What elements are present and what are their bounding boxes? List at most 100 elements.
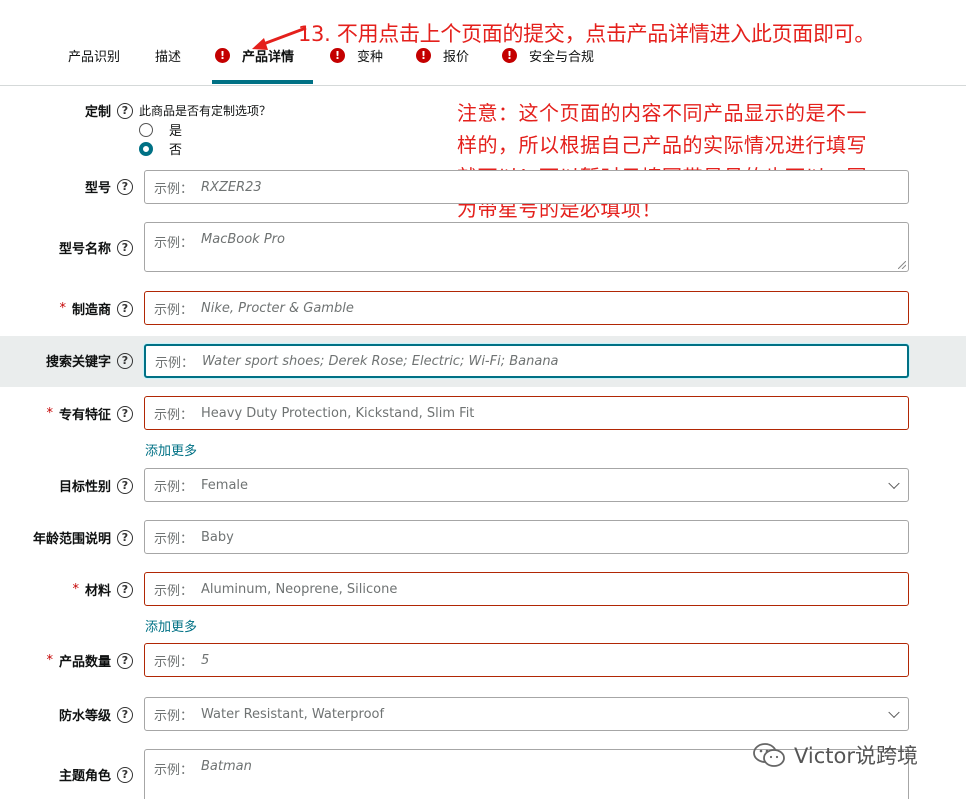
special-feature-label: * 专有特征 ? — [46, 404, 133, 423]
placeholder-prefix: 示例： — [154, 479, 194, 495]
help-icon[interactable]: ? — [117, 706, 133, 723]
placeholder-prefix: 示例： — [154, 763, 194, 778]
manufacturer-input[interactable]: 示例： Nike, Procter & Gamble — [144, 291, 909, 325]
placeholder-text: Heavy Duty Protection, Kickstand, Slim F… — [201, 405, 475, 421]
placeholder-text: Batman — [201, 759, 252, 774]
water-resistance-select[interactable]: 示例： Water Resistant, Waterproof — [144, 697, 909, 731]
tab-label: 变种 — [357, 49, 384, 65]
add-more-special-feature-link[interactable]: 添加更多 — [145, 440, 197, 459]
label-text: 型号 — [84, 181, 111, 196]
placeholder-prefix: 示例： — [154, 708, 194, 724]
placeholder-text: RXZER23 — [201, 179, 262, 195]
help-icon[interactable]: ? — [117, 300, 133, 317]
target-gender-label: 目标性别 ? — [59, 476, 133, 495]
placeholder-text: MacBook Pro — [201, 232, 285, 247]
tab-label: 安全与合规 — [529, 49, 595, 65]
help-icon[interactable]: ? — [117, 581, 133, 598]
radio-checked-icon — [139, 141, 153, 156]
quantity-label: * 产品数量 ? — [46, 651, 133, 670]
model-name-textarea[interactable]: 示例： MacBook Pro — [144, 222, 909, 272]
placeholder-prefix: 示例： — [155, 355, 195, 371]
radio-label: 否 — [169, 143, 183, 158]
placeholder-prefix: 示例： — [154, 654, 194, 670]
help-icon[interactable]: ? — [117, 477, 133, 494]
tab-label: 报价 — [443, 49, 470, 65]
manufacturer-label: * 制造商 ? — [59, 299, 133, 318]
age-range-label: 年龄范围说明 ? — [33, 528, 133, 547]
active-tab-indicator — [212, 80, 313, 84]
material-label: * 材料 ? — [72, 580, 133, 599]
help-icon[interactable]: ? — [117, 529, 133, 546]
customization-question: 此商品是否有定制选项？ — [139, 104, 272, 118]
placeholder-text: 5 — [201, 652, 210, 668]
special-feature-input[interactable]: 示例： Heavy Duty Protection, Kickstand, Sl… — [144, 396, 909, 430]
chevron-down-icon — [888, 706, 900, 719]
watermark: Victor说跨境 — [752, 740, 918, 770]
required-mark: * — [46, 406, 53, 421]
required-mark: * — [59, 301, 66, 316]
search-terms-label: 搜索关键字 ? — [46, 351, 133, 370]
help-icon[interactable]: ? — [117, 405, 133, 422]
search-terms-input[interactable]: 示例： Water sport shoes; Derek Rose; Elect… — [144, 344, 909, 378]
material-input[interactable]: 示例： Aluminum, Neoprene, Silicone — [144, 572, 909, 606]
placeholder-prefix: 示例： — [154, 531, 194, 547]
error-icon: ! — [502, 47, 517, 63]
placeholder-prefix: 示例： — [154, 302, 194, 318]
radio-no[interactable]: 否 — [139, 139, 182, 158]
resize-handle-icon[interactable] — [898, 261, 906, 269]
subject-character-label: 主题角色 ? — [59, 765, 133, 784]
placeholder-text: Baby — [201, 529, 234, 545]
error-icon: ! — [416, 47, 431, 63]
radio-yes[interactable]: 是 — [139, 120, 182, 139]
placeholder-text: Water Resistant, Waterproof — [201, 706, 385, 722]
tab-label: 产品识别 — [68, 49, 121, 65]
help-icon[interactable]: ? — [117, 766, 133, 783]
label-text: 制造商 — [71, 303, 111, 318]
annotation-note: 注意：这个页面的内容不同产品显示的是不一 样的，所以根据自己产品的实际情况进行填… — [457, 97, 867, 225]
model-number-label: 型号 ? — [85, 177, 133, 196]
placeholder-text: Female — [201, 477, 249, 493]
required-mark: * — [72, 582, 79, 597]
model-name-label: 型号名称 ? — [59, 238, 133, 257]
help-icon[interactable]: ? — [117, 102, 133, 119]
placeholder-text: Aluminum, Neoprene, Silicone — [201, 581, 398, 597]
label-text: 主题角色 — [58, 769, 111, 784]
tab-description[interactable]: 描述 — [155, 44, 181, 66]
error-icon: ! — [215, 47, 230, 63]
target-gender-select[interactable]: 示例： Female — [144, 468, 909, 502]
label-text: 材料 — [84, 584, 111, 599]
error-icon: ! — [330, 47, 345, 63]
tab-product-identity[interactable]: 产品识别 — [68, 44, 120, 66]
label-text: 定制 — [84, 105, 111, 120]
customization-label: 定制 ? — [85, 101, 133, 120]
chevron-down-icon — [888, 477, 900, 490]
placeholder-prefix: 示例： — [154, 407, 194, 423]
required-mark: * — [46, 653, 53, 668]
placeholder-text: Water sport shoes; Derek Rose; Electric;… — [202, 353, 559, 369]
age-range-input[interactable]: 示例： Baby — [144, 520, 909, 554]
radio-label: 是 — [169, 124, 183, 139]
label-text: 搜索关键字 — [45, 355, 111, 370]
label-text: 年龄范围说明 — [32, 532, 111, 547]
help-icon[interactable]: ? — [117, 652, 133, 669]
label-text: 产品数量 — [58, 655, 111, 670]
placeholder-prefix: 示例： — [154, 583, 194, 599]
label-text: 目标性别 — [58, 480, 111, 495]
label-text: 防水等级 — [58, 709, 111, 724]
annotation-top: 13. 不用点击上个页面的提交，点击产品详情进入此页面即可。 — [298, 22, 876, 46]
help-icon[interactable]: ? — [117, 352, 133, 369]
model-number-input[interactable]: 示例： RXZER23 — [144, 170, 909, 204]
label-text: 型号名称 — [58, 242, 111, 257]
add-more-material-link[interactable]: 添加更多 — [145, 616, 197, 635]
tab-label: 描述 — [155, 49, 182, 65]
annotation-line: 注意：这个页面的内容不同产品显示的是不一 — [457, 101, 867, 125]
help-icon[interactable]: ? — [117, 239, 133, 256]
quantity-input[interactable]: 示例： 5 — [144, 643, 909, 677]
wechat-icon — [753, 743, 785, 767]
help-icon[interactable]: ? — [117, 178, 133, 195]
annotation-line: 样的，所以根据自己产品的实际情况进行填写 — [457, 133, 867, 157]
placeholder-prefix: 示例： — [154, 181, 194, 197]
label-text: 专有特征 — [58, 408, 111, 423]
placeholder-prefix: 示例： — [154, 236, 194, 251]
placeholder-text: Nike, Procter & Gamble — [201, 300, 354, 316]
